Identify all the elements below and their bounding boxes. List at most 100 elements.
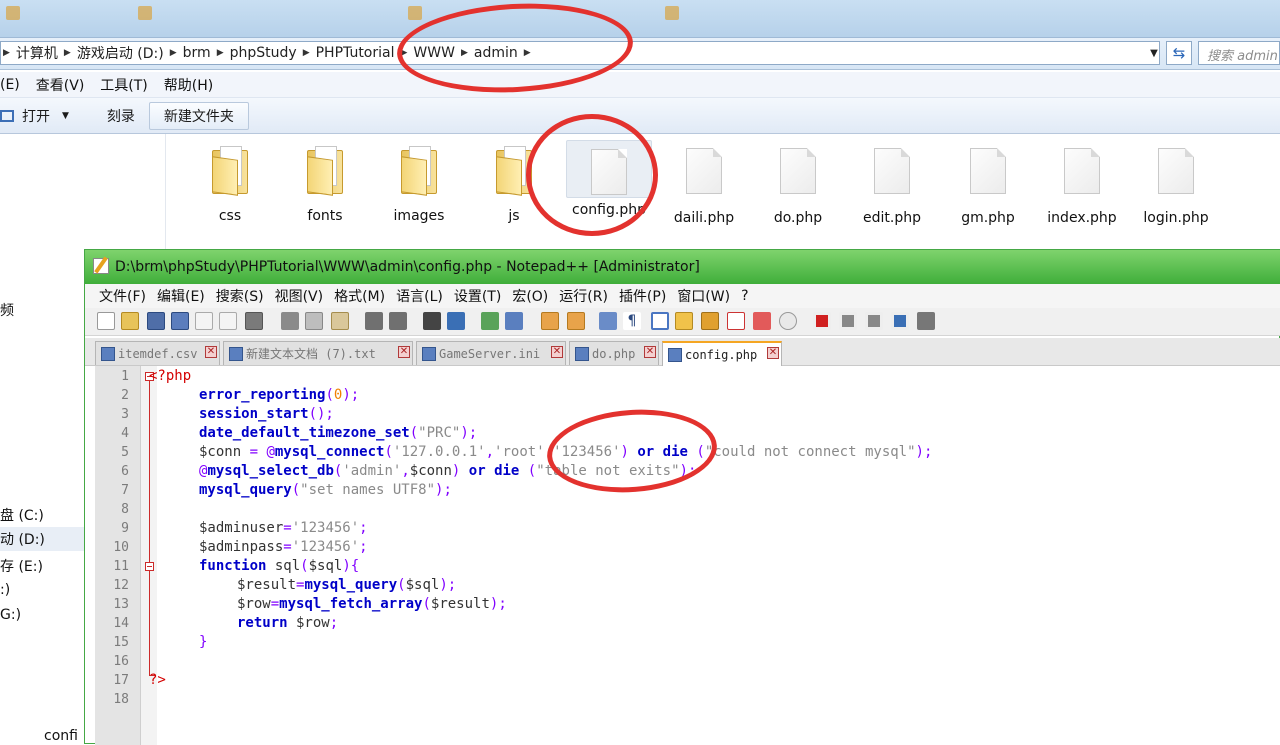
- undo-icon[interactable]: [365, 312, 383, 330]
- print-icon[interactable]: [245, 312, 263, 330]
- close-tab-icon[interactable]: ✕: [398, 346, 410, 358]
- zoom-in-icon[interactable]: [481, 312, 499, 330]
- window-titlebar[interactable]: D:\brm\phpStudy\PHPTutorial\WWW\admin\co…: [85, 250, 1280, 284]
- menu-tools[interactable]: 工具(T): [100, 75, 147, 95]
- file-index-php[interactable]: index.php: [1037, 140, 1127, 226]
- code-token: (: [300, 558, 309, 574]
- file-do-php[interactable]: do.php: [753, 140, 843, 226]
- nav-item-drive-c[interactable]: 盘 (C:): [0, 505, 44, 525]
- monitor-icon[interactable]: [779, 312, 797, 330]
- folder-workspace-icon[interactable]: [753, 312, 771, 330]
- close-all-icon[interactable]: [219, 312, 237, 330]
- sync-vertical-icon[interactable]: [541, 312, 559, 330]
- tab-new-text-document[interactable]: 新建文本文档 (7).txt ✕: [223, 341, 413, 365]
- menu-format[interactable]: 格式(M): [334, 286, 385, 306]
- close-file-icon[interactable]: [195, 312, 213, 330]
- tab-config-php[interactable]: config.php ✕: [662, 341, 782, 366]
- chevron-right-icon[interactable]: ▶: [64, 48, 71, 58]
- menu-language[interactable]: 语言(L): [396, 286, 443, 306]
- menu-help[interactable]: 帮助(H): [164, 75, 213, 95]
- line-number: 3: [121, 407, 129, 422]
- show-all-characters-icon[interactable]: ¶: [623, 312, 641, 330]
- fold-toggle-icon[interactable]: [145, 562, 154, 571]
- redo-icon[interactable]: [389, 312, 407, 330]
- function-list-icon[interactable]: [727, 312, 745, 330]
- php-file-icon: [1064, 148, 1100, 194]
- file-gm-php[interactable]: gm.php: [943, 140, 1033, 226]
- tab-gameserver-ini[interactable]: GameServer.ini ✕: [416, 341, 566, 365]
- nav-item-drive-g[interactable]: G:): [0, 607, 21, 623]
- code-token: );: [342, 387, 360, 403]
- menu-edit[interactable]: (E): [0, 77, 20, 93]
- sync-horizontal-icon[interactable]: [567, 312, 585, 330]
- user-language-icon[interactable]: [675, 312, 693, 330]
- burn-button[interactable]: 刻录: [93, 102, 149, 130]
- code-token: mysql_query: [199, 482, 292, 498]
- ghost-tab: [138, 6, 156, 26]
- taskbar-strip: [0, 0, 1280, 38]
- chevron-right-icon[interactable]: ▶: [217, 48, 224, 58]
- new-folder-button[interactable]: 新建文件夹: [148, 101, 249, 130]
- new-file-icon[interactable]: [97, 312, 115, 330]
- indent-guide-icon[interactable]: [651, 312, 669, 330]
- paste-icon[interactable]: [331, 312, 349, 330]
- folder-images[interactable]: images: [374, 140, 464, 224]
- stop-macro-icon[interactable]: [839, 312, 857, 330]
- replace-icon[interactable]: [447, 312, 465, 330]
- menu-search[interactable]: 搜索(S): [216, 286, 264, 306]
- open-file-icon[interactable]: [121, 312, 139, 330]
- word-wrap-icon[interactable]: [599, 312, 617, 330]
- menu-view[interactable]: 查看(V): [36, 75, 85, 95]
- close-tab-icon[interactable]: ✕: [644, 346, 656, 358]
- play-macro-icon[interactable]: [865, 312, 883, 330]
- save-all-icon[interactable]: [171, 312, 189, 330]
- doc-map-icon[interactable]: [701, 312, 719, 330]
- breadcrumb-item[interactable]: phpStudy: [224, 45, 303, 61]
- close-tab-icon[interactable]: ✕: [767, 347, 779, 359]
- record-macro-icon[interactable]: [813, 312, 831, 330]
- menu-plugins[interactable]: 插件(P): [619, 286, 666, 306]
- open-button[interactable]: 打开 ▼: [0, 102, 83, 130]
- file-login-php[interactable]: login.php: [1131, 140, 1221, 226]
- tab-do-php[interactable]: do.php ✕: [569, 341, 659, 365]
- menu-macro[interactable]: 宏(O): [512, 286, 548, 306]
- breadcrumb-item[interactable]: PHPTutorial: [310, 45, 401, 61]
- menu-run[interactable]: 运行(R): [559, 286, 608, 306]
- chevron-right-icon[interactable]: ▶: [303, 48, 310, 58]
- breadcrumb-item[interactable]: 游戏启动 (D:): [71, 43, 170, 63]
- menu-help[interactable]: ?: [741, 288, 748, 304]
- nav-item[interactable]: 频: [0, 300, 14, 320]
- search-input[interactable]: 搜索 admin: [1198, 41, 1280, 65]
- nav-item-drive-e[interactable]: 存 (E:): [0, 556, 43, 576]
- menu-view[interactable]: 视图(V): [275, 286, 324, 306]
- file-edit-php[interactable]: edit.php: [847, 140, 937, 226]
- code-token: (: [325, 387, 334, 403]
- chevron-right-icon[interactable]: ▶: [170, 48, 177, 58]
- find-icon[interactable]: [423, 312, 441, 330]
- menu-settings[interactable]: 设置(T): [454, 286, 501, 306]
- line-number: 13: [113, 597, 129, 612]
- code-token: }: [199, 634, 208, 650]
- file-daili-php[interactable]: daili.php: [659, 140, 749, 226]
- tab-itemdef-csv[interactable]: itemdef.csv ✕: [95, 341, 220, 365]
- save-macro-icon[interactable]: [917, 312, 935, 330]
- address-dropdown-icon[interactable]: ▼: [1146, 41, 1162, 65]
- menu-edit[interactable]: 编辑(E): [157, 286, 205, 306]
- play-multiple-icon[interactable]: [891, 312, 909, 330]
- nav-item-drive-f[interactable]: :): [0, 582, 10, 598]
- menu-window[interactable]: 窗口(W): [677, 286, 730, 306]
- copy-icon[interactable]: [305, 312, 323, 330]
- close-tab-icon[interactable]: ✕: [205, 346, 217, 358]
- close-tab-icon[interactable]: ✕: [551, 346, 563, 358]
- breadcrumb-item[interactable]: brm: [177, 45, 217, 61]
- folder-fonts[interactable]: fonts: [280, 140, 370, 224]
- nav-item-drive-d[interactable]: 动 (D:): [0, 527, 84, 551]
- tab-label: config.php: [685, 347, 758, 362]
- cut-icon[interactable]: [281, 312, 299, 330]
- breadcrumb-item[interactable]: 计算机: [10, 43, 64, 63]
- folder-css[interactable]: css: [185, 140, 275, 224]
- save-icon[interactable]: [147, 312, 165, 330]
- refresh-icon[interactable]: ⇆: [1166, 41, 1192, 65]
- zoom-out-icon[interactable]: [505, 312, 523, 330]
- menu-file[interactable]: 文件(F): [99, 286, 146, 306]
